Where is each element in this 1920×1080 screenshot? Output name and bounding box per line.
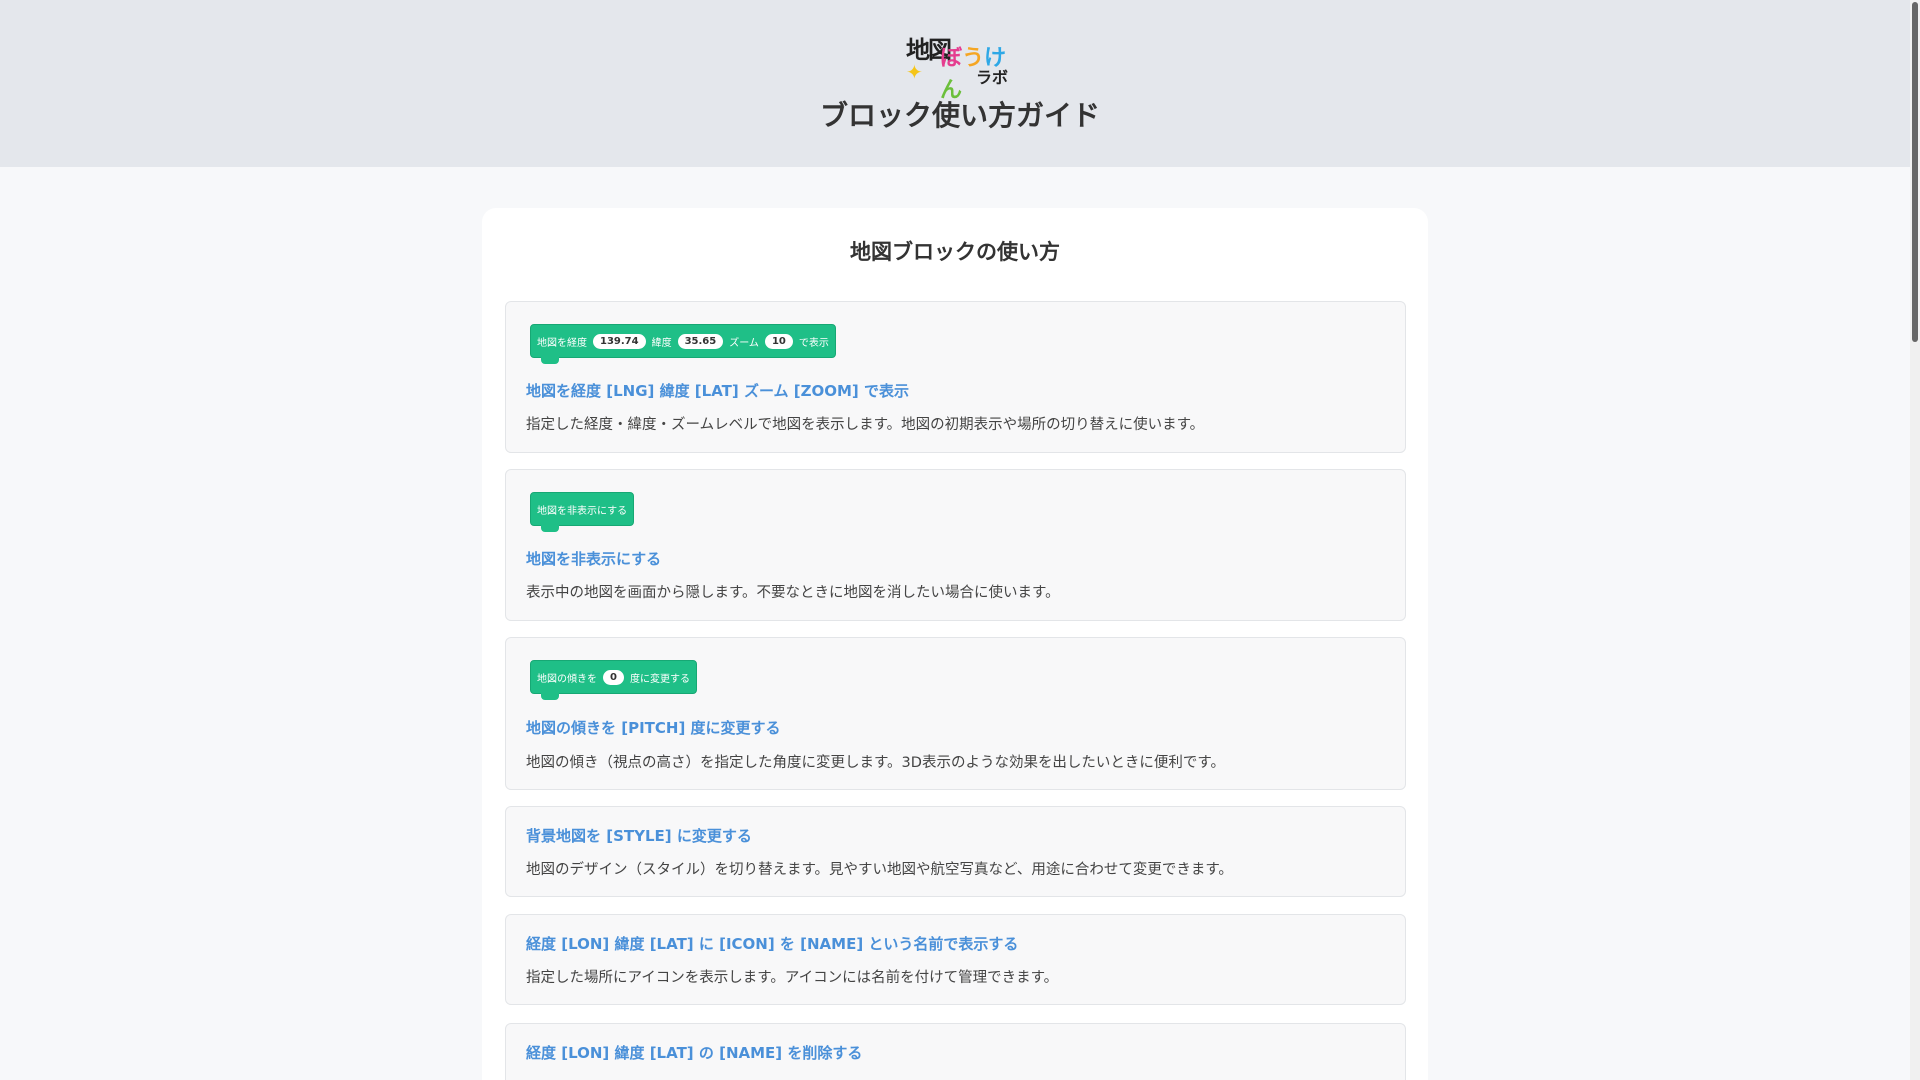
block-text: ズーム xyxy=(729,337,759,349)
logo-text-labo: ラボ xyxy=(976,68,1009,87)
guide-card: 地図ブロックの使い方 地図を経度 139.74 緯度 35.65 ズーム 10 … xyxy=(482,208,1428,1080)
block-description: 地図の傾き（視点の高さ）を指定した角度に変更します。3D表示のような効果を出した… xyxy=(526,755,1225,771)
block-name: 経度 [LON] 緯度 [LAT] に [ICON] を [NAME] という名… xyxy=(526,935,1019,953)
block-name: 背景地図を [STYLE] に変更する xyxy=(526,827,752,845)
block-slot-lat: 35.65 xyxy=(677,333,724,349)
block-item-map-style: 背景地図を [STYLE] に変更する 地図のデザイン（スタイル）を切り替えます… xyxy=(505,806,1406,897)
block-name: 地図の傾きを [PITCH] 度に変更する xyxy=(526,719,781,737)
block-item-map-hide: 地図を非表示にする 地図を非表示にする 表示中の地図を画面から隠します。不要なと… xyxy=(505,469,1406,621)
block-preview-map-pitch: 地図の傾きを 0 度に変更する xyxy=(530,660,697,700)
page-header: 地図 ぼうけん ラボ ✦ ブロック使い方ガイド xyxy=(0,0,1920,167)
block-description: 表示中の地図を画面から隠します。不要なときに地図を消したい場合に使います。 xyxy=(526,585,1060,601)
section-title: 地図ブロックの使い方 xyxy=(850,240,1060,264)
star-icon: ✦ xyxy=(906,60,923,84)
block-name: 経度 [LON] 緯度 [LAT] の [NAME] を削除する xyxy=(526,1044,863,1062)
block-text: 度に変更する xyxy=(629,673,690,685)
logo-char-4: ん xyxy=(940,78,963,103)
block-slot-lng: 139.74 xyxy=(593,333,646,349)
block-text: 地図を非表示にする xyxy=(537,505,628,517)
block-item-map-pitch: 地図の傾きを 0 度に変更する 地図の傾きを [PITCH] 度に変更する 地図… xyxy=(505,637,1406,790)
logo: 地図 ぼうけん ラボ ✦ xyxy=(904,26,1016,103)
block-name: 地図を経度 [LNG] 緯度 [LAT] ズーム [ZOOM] で表示 xyxy=(526,382,909,400)
block-slot-pitch: 0 xyxy=(603,669,624,685)
block-description: 地図のデザイン（スタイル）を切り替えます。見やすい地図や航空写真など、用途に合わ… xyxy=(526,862,1233,878)
block-item-icon-delete: 経度 [LON] 緯度 [LAT] の [NAME] を削除する xyxy=(505,1023,1406,1080)
block-item-icon-show: 経度 [LON] 緯度 [LAT] に [ICON] を [NAME] という名… xyxy=(505,914,1406,1005)
block-text: 地図を経度 xyxy=(537,337,587,349)
block-slot-zoom: 10 xyxy=(764,333,793,349)
scrollbar-thumb[interactable] xyxy=(1912,2,1918,342)
block-text: 地図の傾きを xyxy=(537,673,597,685)
page-scrollbar[interactable] xyxy=(1910,0,1920,1080)
block-text: で表示 xyxy=(798,337,829,349)
block-description: 指定した経度・緯度・ズームレベルで地図を表示します。地図の初期表示や場所の切り替… xyxy=(526,417,1205,433)
block-item-map-show: 地図を経度 139.74 緯度 35.65 ズーム 10 で表示 地図を経度 [… xyxy=(505,301,1406,453)
block-name: 地図を非表示にする xyxy=(526,550,662,568)
logo-char-1: ぼ xyxy=(940,46,963,71)
block-text: 緯度 xyxy=(651,337,672,349)
block-description: 指定した場所にアイコンを表示します。アイコンには名前を付けて管理できます。 xyxy=(526,970,1059,986)
block-preview-map-show: 地図を経度 139.74 緯度 35.65 ズーム 10 で表示 xyxy=(530,324,836,364)
block-preview-map-hide: 地図を非表示にする xyxy=(530,492,635,532)
